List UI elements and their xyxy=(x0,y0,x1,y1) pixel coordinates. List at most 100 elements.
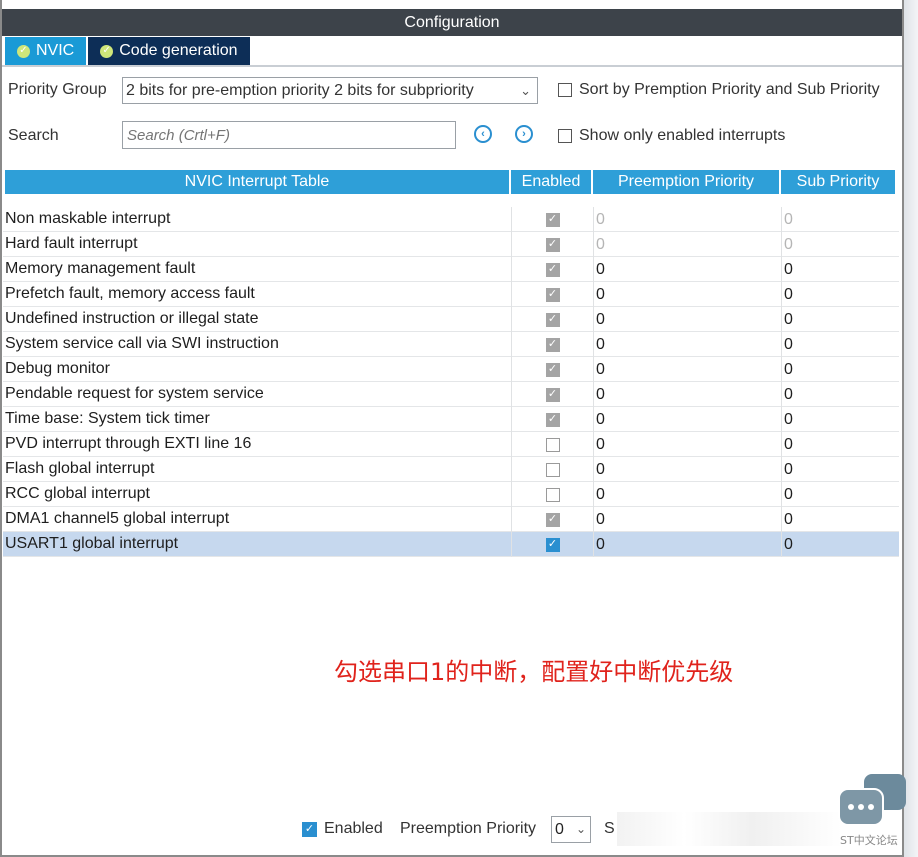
tab-strip: ✓ NVIC ✓ Code generation xyxy=(5,37,250,65)
configuration-window: Configuration ✓ NVIC ✓ Code generation P… xyxy=(0,0,904,857)
search-next-icon[interactable]: › xyxy=(515,125,533,143)
preemption-priority-cell[interactable]: 0 xyxy=(593,257,781,282)
preemption-priority-cell[interactable]: 0 xyxy=(593,307,781,332)
sub-priority-cell[interactable]: 0 xyxy=(781,482,899,507)
window-title: Configuration xyxy=(2,9,902,36)
enabled-checkbox: ✓ xyxy=(545,362,560,377)
preemption-priority-cell[interactable]: 0 xyxy=(593,282,781,307)
table-row[interactable]: Hard fault interrupt ✓ 0 0 xyxy=(3,232,899,257)
sort-label: Sort by Premption Priority and Sub Prior… xyxy=(579,81,880,98)
tab-nvic-label: NVIC xyxy=(36,42,75,59)
enabled-cell: ✓ xyxy=(511,407,593,432)
enabled-checkbox[interactable] xyxy=(545,437,560,452)
column-header-enabled[interactable]: Enabled xyxy=(511,170,591,194)
preemption-priority-value: 0 xyxy=(555,821,564,838)
enabled-cell xyxy=(511,482,593,507)
interrupt-name: PVD interrupt through EXTI line 16 xyxy=(5,435,252,452)
interrupt-name: Pendable request for system service xyxy=(5,385,264,402)
enabled-cell: ✓ xyxy=(511,332,593,357)
preemption-priority-cell[interactable]: 0 xyxy=(593,432,781,457)
table-row[interactable]: Prefetch fault, memory access fault ✓ 0 0 xyxy=(3,282,899,307)
table-row[interactable]: Undefined instruction or illegal state ✓ 0… xyxy=(3,307,899,332)
enabled-checkbox: ✓ xyxy=(545,287,560,302)
preemption-priority-cell[interactable]: 0 xyxy=(593,457,781,482)
search-label: Search xyxy=(8,127,59,144)
interrupt-name: System service call via SWI instruction xyxy=(5,335,279,352)
preemption-priority-cell[interactable]: 0 xyxy=(593,507,781,532)
enabled-checkbox: ✓ xyxy=(545,212,560,227)
search-input[interactable] xyxy=(122,121,456,149)
watermark-text: ST中文论坛 xyxy=(840,834,898,847)
sub-priority-cell[interactable]: 0 xyxy=(781,407,899,432)
preemption-priority-label: Preemption Priority xyxy=(400,820,537,837)
enabled-checkbox[interactable]: ✓ xyxy=(545,537,560,552)
table-header: NVIC Interrupt Table Enabled Preemption … xyxy=(5,170,895,194)
table-row[interactable]: Pendable request for system service ✓ 0 0 xyxy=(3,382,899,407)
sub-priority-cell[interactable]: 0 xyxy=(781,357,899,382)
forum-logo: ST中文论坛 xyxy=(838,772,908,852)
column-header-name[interactable]: NVIC Interrupt Table xyxy=(5,170,509,194)
enabled-checkbox[interactable] xyxy=(545,462,560,477)
table-row[interactable]: USART1 global interrupt ✓ 0 0 xyxy=(3,532,899,557)
column-header-preemption[interactable]: Preemption Priority xyxy=(593,170,779,194)
column-header-sub[interactable]: Sub Priority xyxy=(781,170,895,194)
sub-priority-cell[interactable]: 0 xyxy=(781,507,899,532)
preemption-priority-cell: 0 xyxy=(593,207,781,232)
sub-priority-cell[interactable]: 0 xyxy=(781,307,899,332)
preemption-priority-cell[interactable]: 0 xyxy=(593,382,781,407)
enabled-checkbox: ✓ xyxy=(545,387,560,402)
sub-priority-cell[interactable]: 0 xyxy=(781,532,899,557)
show-enabled-checkbox[interactable] xyxy=(558,129,572,143)
chevron-down-icon: ⌄ xyxy=(575,822,586,836)
preemption-priority-cell[interactable]: 0 xyxy=(593,482,781,507)
enabled-cell: ✓ xyxy=(511,282,593,307)
interrupt-name: Debug monitor xyxy=(5,360,110,377)
enabled-checkbox[interactable] xyxy=(545,487,560,502)
enabled-cell: ✓ xyxy=(511,507,593,532)
table-row[interactable]: Flash global interrupt 0 0 xyxy=(3,457,899,482)
sub-priority-cell[interactable]: 0 xyxy=(781,382,899,407)
preemption-priority-cell[interactable]: 0 xyxy=(593,407,781,432)
interrupt-name: RCC global interrupt xyxy=(5,485,150,502)
interrupt-name: Prefetch fault, memory access fault xyxy=(5,285,255,302)
table-row[interactable]: Non maskable interrupt ✓ 0 0 xyxy=(3,207,899,232)
preemption-priority-cell[interactable]: 0 xyxy=(593,357,781,382)
enabled-checkbox: ✓ xyxy=(545,312,560,327)
table-row[interactable]: System service call via SWI instruction ✓… xyxy=(3,332,899,357)
window-edge xyxy=(904,0,918,857)
table-row[interactable]: Memory management fault ✓ 0 0 xyxy=(3,257,899,282)
table-row[interactable]: DMA1 channel5 global interrupt ✓ 0 0 xyxy=(3,507,899,532)
sort-checkbox[interactable] xyxy=(558,83,572,97)
title-bar: Configuration xyxy=(2,0,902,36)
preemption-priority-cell: 0 xyxy=(593,232,781,257)
blurred-region xyxy=(617,812,842,846)
preemption-priority-cell[interactable]: 0 xyxy=(593,332,781,357)
sub-priority-cell[interactable]: 0 xyxy=(781,432,899,457)
sub-priority-cell[interactable]: 0 xyxy=(781,332,899,357)
sub-priority-cell[interactable]: 0 xyxy=(781,282,899,307)
enabled-checkbox: ✓ xyxy=(545,262,560,277)
enabled-cell: ✓ xyxy=(511,532,593,557)
interrupt-name: Flash global interrupt xyxy=(5,460,155,477)
sub-priority-cell: 0 xyxy=(781,207,899,232)
table-row[interactable]: PVD interrupt through EXTI line 16 0 0 xyxy=(3,432,899,457)
tab-nvic[interactable]: ✓ NVIC xyxy=(5,37,87,65)
interrupt-name: Undefined instruction or illegal state xyxy=(5,310,259,327)
preemption-priority-select[interactable]: 0 ⌄ xyxy=(551,816,591,843)
priority-group-select[interactable]: 2 bits for pre-emption priority 2 bits f… xyxy=(122,77,538,104)
table-row[interactable]: Debug monitor ✓ 0 0 xyxy=(3,357,899,382)
interrupt-name: Memory management fault xyxy=(5,260,196,277)
table-row[interactable]: RCC global interrupt 0 0 xyxy=(3,482,899,507)
interrupt-name: DMA1 channel5 global interrupt xyxy=(5,510,230,527)
tab-code-generation[interactable]: ✓ Code generation xyxy=(88,37,250,65)
enabled-checkbox[interactable]: ✓ xyxy=(302,822,317,837)
search-previous-icon[interactable]: ‹ xyxy=(474,125,492,143)
sub-priority-cell[interactable]: 0 xyxy=(781,457,899,482)
show-enabled-label: Show only enabled interrupts xyxy=(579,127,786,144)
interrupt-table: Non maskable interrupt ✓ 0 0 Hard fault inte… xyxy=(3,207,899,557)
priority-group-value: 2 bits for pre-emption priority 2 bits f… xyxy=(126,82,474,99)
table-row[interactable]: Time base: System tick timer ✓ 0 0 xyxy=(3,407,899,432)
sub-priority-cell[interactable]: 0 xyxy=(781,257,899,282)
preemption-priority-cell[interactable]: 0 xyxy=(593,532,781,557)
chevron-down-icon: ⌄ xyxy=(520,83,531,98)
